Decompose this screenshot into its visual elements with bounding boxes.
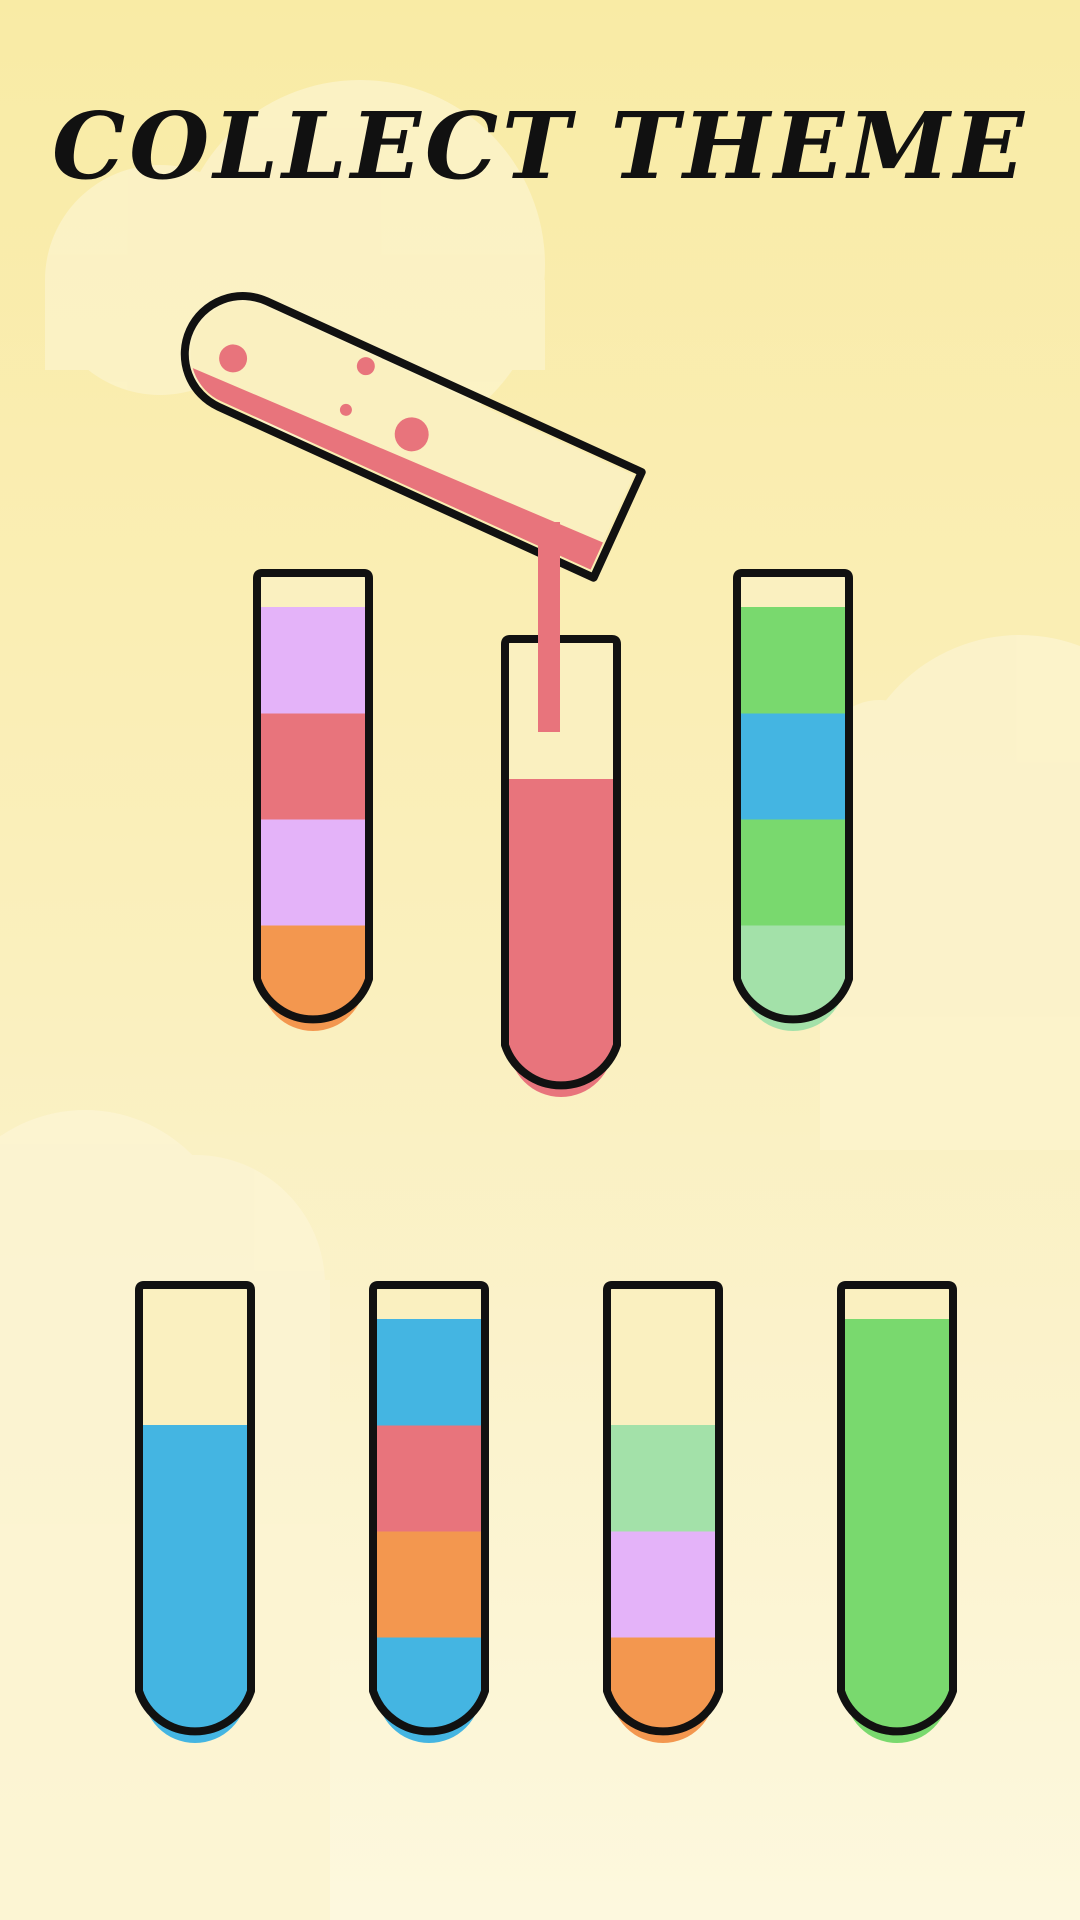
liquid-layer-mint: [741, 925, 845, 1031]
tube-7[interactable]: [837, 1281, 957, 1743]
liquid-layer-green: [741, 607, 845, 714]
tube-1[interactable]: [253, 569, 373, 1031]
liquid-layer-orange: [611, 1637, 715, 1743]
pour-stream: [538, 522, 560, 732]
tube-6[interactable]: [603, 1281, 723, 1743]
liquid-layer-green: [845, 1531, 949, 1638]
pouring-tube[interactable]: [166, 277, 646, 582]
liquid-layer-mint: [611, 1425, 715, 1532]
liquid-layer-green: [845, 1319, 949, 1426]
liquid-layer-pink: [509, 779, 613, 886]
tube-3[interactable]: [733, 569, 853, 1031]
game-board: [135, 277, 957, 1743]
liquid-layer-green: [845, 1637, 949, 1743]
liquid-layer-orange: [261, 925, 365, 1031]
liquid-layer-blue: [377, 1319, 481, 1426]
liquid-layer-blue: [377, 1637, 481, 1743]
liquid-layer-blue: [143, 1425, 247, 1532]
liquid-layer-pink: [261, 713, 365, 820]
liquid-layer-pink: [509, 991, 613, 1097]
liquid-layer-pink: [509, 885, 613, 992]
liquid-layer-blue: [143, 1531, 247, 1638]
liquid-layer-green: [741, 819, 845, 926]
liquid-layer-blue: [741, 713, 845, 820]
tube-4[interactable]: [135, 1281, 255, 1743]
tube-5[interactable]: [369, 1281, 489, 1743]
liquid-layer-lavender: [261, 819, 365, 926]
liquid-layer-green: [845, 1425, 949, 1532]
tube-2[interactable]: [501, 635, 621, 1097]
liquid-layer-pink: [377, 1425, 481, 1532]
liquid-layer-lavender: [611, 1531, 715, 1638]
liquid-layer-blue: [143, 1637, 247, 1743]
liquid-layer-lavender: [261, 607, 365, 714]
liquid-layer-orange: [377, 1531, 481, 1638]
